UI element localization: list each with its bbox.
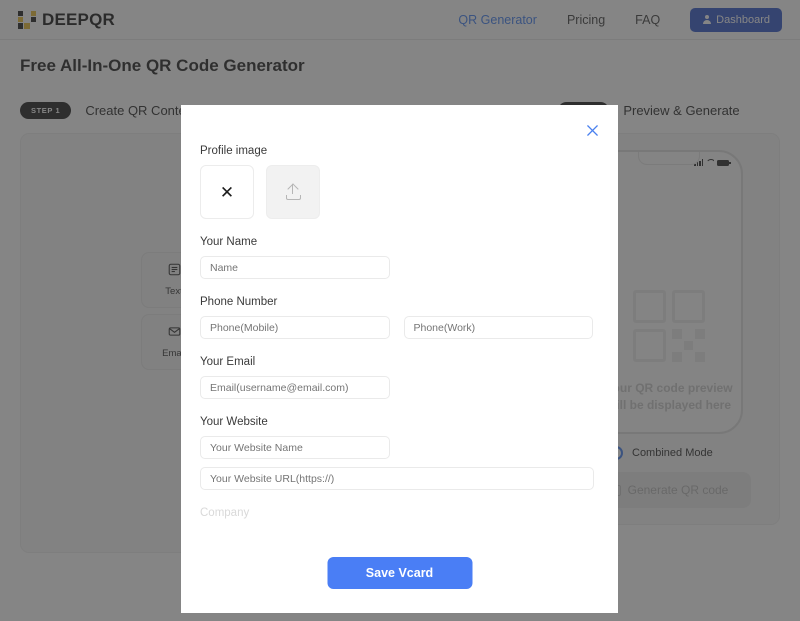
vcard-form: Profile image ✕ Your Name Phone Number bbox=[181, 105, 618, 613]
save-vcard-button[interactable]: Save Vcard bbox=[327, 557, 472, 589]
profile-image-group: Profile image ✕ bbox=[200, 145, 593, 219]
phone-label: Phone Number bbox=[200, 296, 278, 308]
close-icon: ✕ bbox=[219, 182, 235, 202]
website-name-input[interactable] bbox=[200, 436, 390, 459]
website-label: Your Website bbox=[200, 416, 268, 428]
upload-icon bbox=[285, 184, 301, 200]
email-label: Your Email bbox=[200, 356, 256, 368]
name-input[interactable] bbox=[200, 256, 390, 279]
field-group-email: Your Email bbox=[200, 356, 593, 399]
remove-profile-image-button[interactable]: ✕ bbox=[200, 165, 254, 219]
vcard-modal: Profile image ✕ Your Name Phone Number bbox=[181, 105, 618, 613]
field-group-name: Your Name bbox=[200, 236, 593, 279]
field-group-phone: Phone Number bbox=[200, 296, 593, 339]
company-label: Company bbox=[200, 507, 250, 519]
phone-work-input[interactable] bbox=[403, 316, 593, 339]
phone-mobile-input[interactable] bbox=[200, 316, 390, 339]
email-input[interactable] bbox=[200, 376, 390, 399]
name-label: Your Name bbox=[200, 236, 258, 248]
save-vcard-button-label: Save Vcard bbox=[365, 566, 434, 580]
phone-inputs-row bbox=[200, 316, 593, 339]
profile-image-label: Profile image bbox=[200, 145, 268, 157]
upload-profile-image-button[interactable] bbox=[266, 165, 320, 219]
website-url-input[interactable] bbox=[200, 467, 594, 490]
field-group-website: Your Website bbox=[200, 416, 594, 490]
profile-image-buttons: ✕ bbox=[200, 165, 593, 219]
